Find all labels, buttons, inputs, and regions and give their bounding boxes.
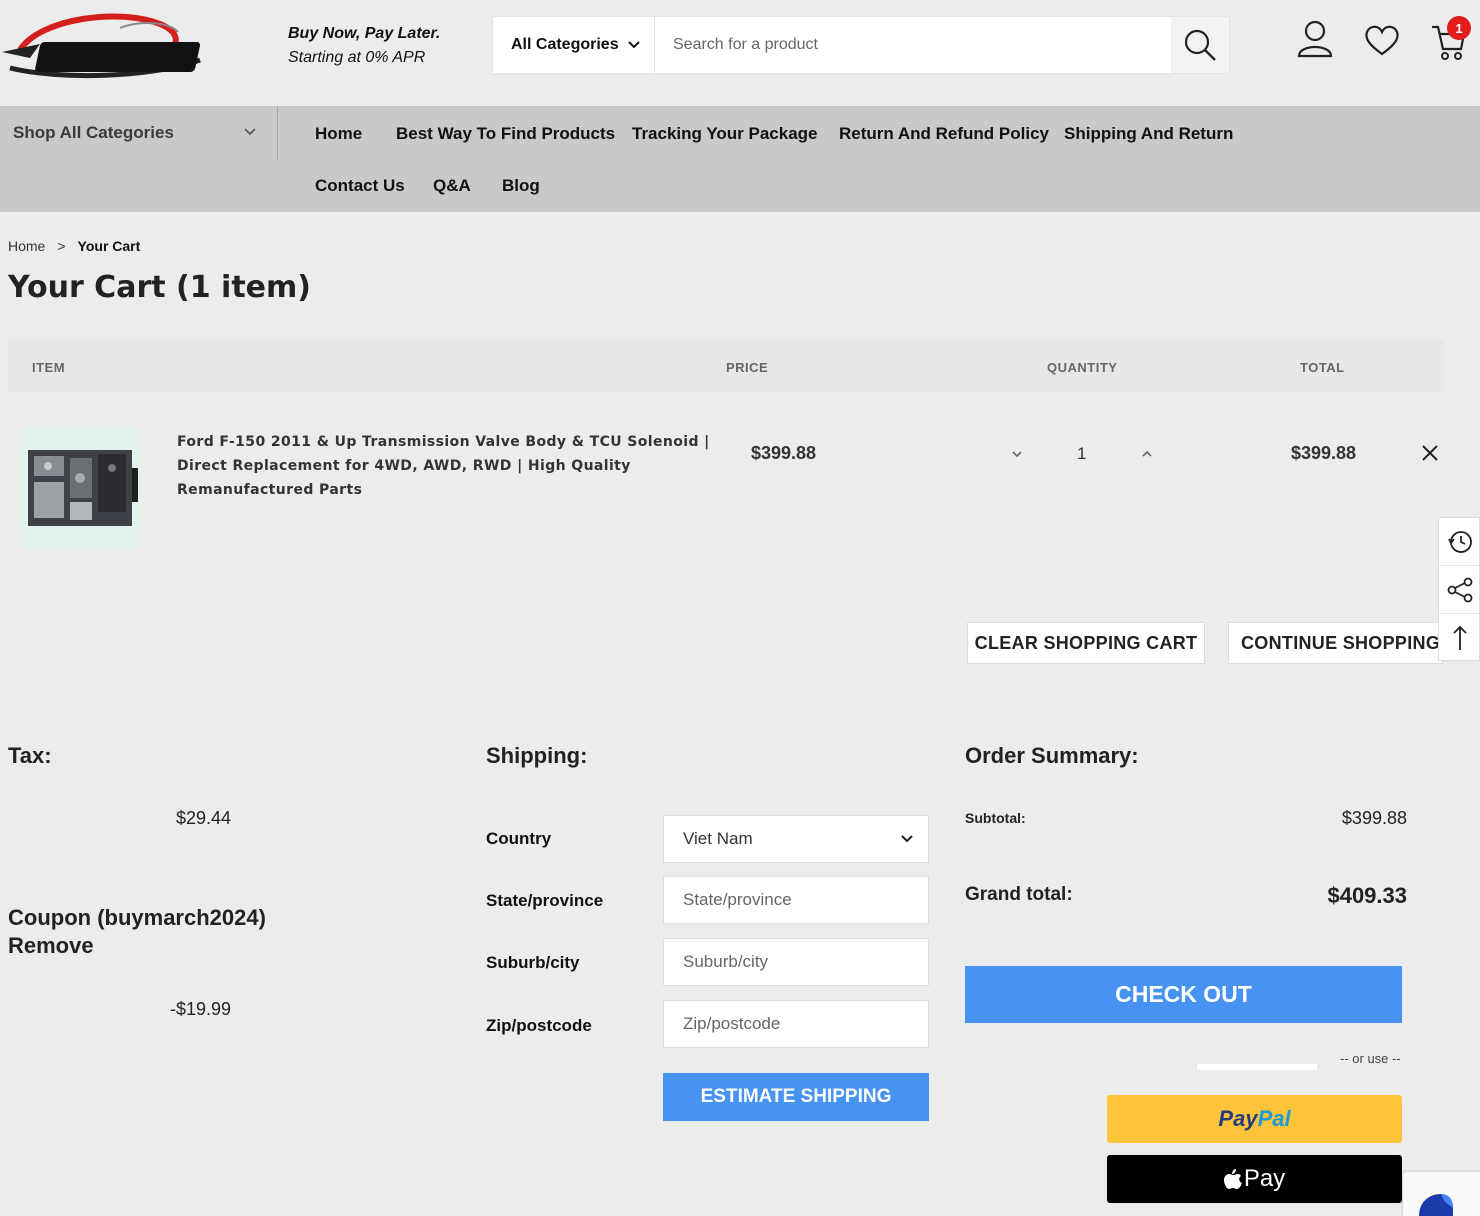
breadcrumb-current: Your Cart <box>77 238 141 254</box>
nav-item-qa[interactable]: Q&A <box>433 176 471 196</box>
search-input[interactable] <box>673 31 1153 59</box>
close-icon <box>1422 445 1438 461</box>
chevron-down-icon <box>1012 451 1022 458</box>
wishlist-button[interactable] <box>1364 24 1400 61</box>
zip-field[interactable]: Zip/postcode <box>663 1000 929 1048</box>
chevron-down-icon <box>901 835 913 843</box>
checkout-button[interactable]: CHECK OUT <box>965 966 1402 1023</box>
clear-cart-button[interactable]: CLEAR SHOPPING CART <box>967 622 1205 664</box>
nav-item-contact[interactable]: Contact Us <box>315 176 405 196</box>
arrow-up-icon <box>1453 625 1467 650</box>
country-value: Viet Nam <box>683 829 753 848</box>
page-title: Your Cart (1 item) <box>8 270 311 305</box>
city-field[interactable]: Suburb/city <box>663 938 929 986</box>
valve-body-image <box>28 450 138 526</box>
estimate-shipping-button[interactable]: ESTIMATE SHIPPING <box>663 1073 929 1121</box>
breadcrumb-separator: > <box>57 238 66 254</box>
recaptcha-badge[interactable] <box>1403 1172 1480 1216</box>
grand-total-value: $409.33 <box>1327 883 1407 908</box>
breadcrumb: Home > Your Cart <box>8 238 140 254</box>
category-select-label: All Categories <box>511 36 619 53</box>
side-tools <box>1438 517 1480 661</box>
header-total: TOTAL <box>1300 360 1345 375</box>
apple-icon <box>1223 1169 1242 1189</box>
shop-all-label: Shop All Categories <box>13 123 174 142</box>
share-icon <box>1447 577 1473 602</box>
state-field[interactable]: State/province <box>663 876 929 924</box>
coupon-value: -$19.99 <box>170 999 232 1019</box>
quantity-decrease[interactable] <box>1010 446 1024 464</box>
history-icon <box>1448 530 1472 553</box>
apple-pay-label: Pay <box>1243 1165 1286 1192</box>
search-button[interactable] <box>1171 17 1229 73</box>
share-button[interactable] <box>1439 566 1480 614</box>
nav-item-tracking[interactable]: Tracking Your Package <box>632 124 818 144</box>
nav-item-shipping-return[interactable]: Shipping And Return <box>1064 124 1233 144</box>
payment-divider <box>1197 1064 1317 1070</box>
promo-line-2: Starting at 0% APR <box>288 49 426 66</box>
country-select[interactable]: Viet Nam <box>663 815 929 863</box>
nav-item-best-way[interactable]: Best Way To Find Products <box>396 124 615 144</box>
site-header: Buy Now, Pay Later. Starting at 0% APR A… <box>0 0 1480 106</box>
order-summary-heading: Order Summary: <box>965 743 1139 768</box>
coupon-remove-link[interactable]: Remove <box>8 932 266 960</box>
tax-heading: Tax: <box>8 743 52 768</box>
grand-total-label: Grand total: <box>965 884 1073 905</box>
chevron-up-icon <box>1142 450 1152 457</box>
product-total: $399.88 <box>1291 443 1357 463</box>
heart-icon <box>1365 25 1399 56</box>
state-label: State/province <box>486 891 604 910</box>
category-select[interactable]: All Categories <box>493 17 655 73</box>
site-logo[interactable] <box>0 8 212 80</box>
product-title[interactable]: Ford F-150 2011 & Up Transmission Valve … <box>177 430 717 502</box>
recently-viewed-button[interactable] <box>1439 518 1480 566</box>
product-price: $399.88 <box>751 443 817 463</box>
paypal-label-pal: Pal <box>1257 1106 1291 1131</box>
paypal-label-pay: Pay <box>1218 1106 1258 1131</box>
cart-table-header: ITEM PRICE QUANTITY TOTAL <box>8 340 1443 392</box>
header-price: PRICE <box>726 360 769 375</box>
shipping-heading: Shipping: <box>486 743 588 768</box>
nav-item-home[interactable]: Home <box>315 124 362 144</box>
user-icon <box>1297 20 1333 58</box>
account-button[interactable] <box>1297 20 1333 63</box>
quantity-value[interactable]: 1 <box>1077 444 1086 464</box>
subtotal-value: $399.88 <box>1341 808 1407 828</box>
subtotal-label: Subtotal: <box>965 810 1026 826</box>
header-quantity: QUANTITY <box>1047 360 1118 375</box>
nav-item-blog[interactable]: Blog <box>502 176 540 196</box>
recaptcha-icon <box>1419 1194 1453 1216</box>
back-to-top-button[interactable] <box>1439 614 1480 662</box>
breadcrumb-home[interactable]: Home <box>8 238 45 254</box>
search-bar: All Categories <box>493 17 1229 73</box>
coupon-block: Coupon (buymarch2024) Remove <box>8 904 266 960</box>
chevron-down-icon <box>627 41 640 49</box>
quantity-increase[interactable] <box>1140 446 1154 464</box>
promo-text: Buy Now, Pay Later. Starting at 0% APR <box>288 22 440 70</box>
coupon-heading: Coupon (buymarch2024) <box>8 905 266 930</box>
chevron-down-icon <box>244 128 256 136</box>
continue-shopping-button[interactable]: CONTINUE SHOPPING <box>1228 622 1443 664</box>
shop-all-categories[interactable]: Shop All Categories <box>0 106 278 160</box>
nav-item-return-refund[interactable]: Return And Refund Policy <box>839 124 1049 144</box>
search-icon <box>1184 29 1216 61</box>
apple-pay-button[interactable]: Pay <box>1107 1155 1402 1203</box>
remove-item-button[interactable] <box>1420 443 1440 468</box>
main-nav: Shop All Categories Home Best Way To Fin… <box>0 106 1480 212</box>
country-label: Country <box>486 829 552 848</box>
cart-count-badge: 1 <box>1447 16 1471 40</box>
product-image[interactable] <box>20 428 140 548</box>
zip-label: Zip/postcode <box>486 1016 592 1035</box>
paypal-button[interactable]: Pay Pal <box>1107 1095 1402 1143</box>
tax-value: $29.44 <box>176 808 232 828</box>
header-item: ITEM <box>32 360 66 375</box>
city-label: Suburb/city <box>486 953 580 972</box>
logo-icon <box>2 13 201 79</box>
or-use-text: -- or use -- <box>1340 1051 1401 1066</box>
promo-line-1: Buy Now, Pay Later. <box>288 25 441 42</box>
